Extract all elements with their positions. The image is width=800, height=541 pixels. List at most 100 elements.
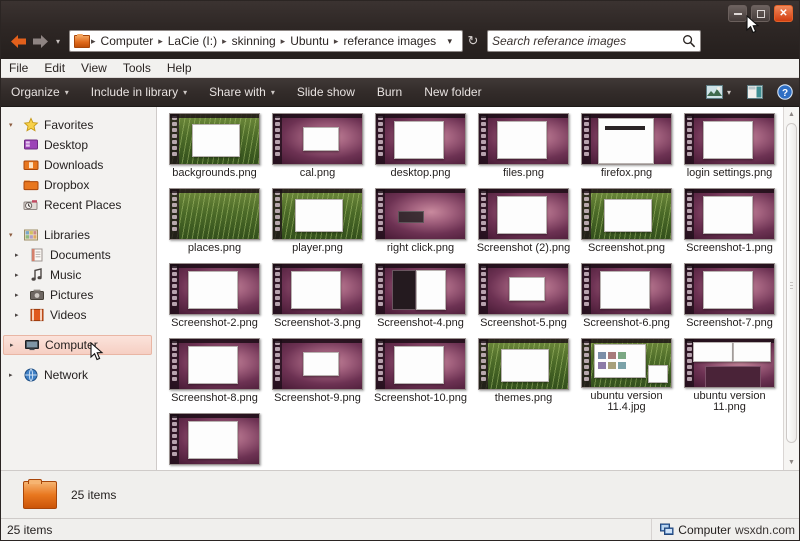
sidebar-item-videos[interactable]: ▸ Videos [1, 305, 156, 325]
burn-button[interactable]: Burn [377, 85, 402, 99]
history-dropdown-icon[interactable]: ▾ [51, 29, 65, 53]
search-icon[interactable] [682, 34, 696, 48]
file-tile[interactable]: player.png [266, 188, 369, 263]
computer-icon [660, 523, 674, 536]
file-tile[interactable]: places.png [163, 188, 266, 263]
file-thumbnail [684, 338, 775, 388]
file-tile[interactable]: themes.png [472, 338, 575, 413]
search-input[interactable] [492, 34, 682, 48]
file-tile[interactable]: ubuntu version 11.4.jpg [575, 338, 678, 413]
file-list-pane[interactable]: backgrounds.pngcal.pngdesktop.pngfiles.p… [157, 107, 799, 470]
back-arrow-icon[interactable] [7, 29, 29, 53]
organize-button[interactable]: Organize ▾ [11, 85, 69, 99]
file-tile[interactable]: Screenshot-4.png [369, 263, 472, 338]
file-tile[interactable]: Screenshot-8.png [163, 338, 266, 413]
file-tile[interactable]: Screenshot-1.png [678, 188, 781, 263]
new-folder-button[interactable]: New folder [424, 85, 481, 99]
breadcrumb-item-computer[interactable]: Computer [97, 34, 158, 48]
sidebar-item-music[interactable]: ▸ Music [1, 265, 156, 285]
file-tile[interactable]: Screenshot (2).png [472, 188, 575, 263]
file-tile[interactable]: files.png [472, 113, 575, 188]
menu-file[interactable]: File [9, 61, 28, 75]
vertical-scrollbar[interactable]: ▲ ▼ [783, 107, 799, 470]
file-tile[interactable]: Screenshot-7.png [678, 263, 781, 338]
scroll-up-button[interactable]: ▲ [784, 107, 799, 122]
file-name-label: Screenshot.png [576, 243, 677, 254]
twisty-icon[interactable]: ▸ [15, 291, 24, 299]
scroll-down-button[interactable]: ▼ [784, 455, 799, 470]
file-name-label: ubuntu version 11.png [679, 391, 780, 413]
file-tile[interactable]: ubuntu version 11.png [678, 338, 781, 413]
file-tile[interactable]: Screenshot-2.png [163, 263, 266, 338]
twisty-icon[interactable]: ▾ [9, 231, 18, 239]
file-thumbnail [478, 188, 569, 240]
svg-text:?: ? [782, 88, 788, 99]
breadcrumb-item-skinning[interactable]: skinning [228, 34, 280, 48]
file-name-label: Screenshot-4.png [370, 318, 471, 329]
scrollbar-thumb[interactable] [786, 123, 797, 443]
slide-show-button[interactable]: Slide show [297, 85, 355, 99]
sidebar-item-dropbox[interactable]: Dropbox [1, 175, 156, 195]
file-thumbnail [169, 413, 260, 465]
file-tile[interactable]: Screenshot-3.png [266, 263, 369, 338]
maximize-button[interactable] [751, 5, 770, 22]
file-tile[interactable]: Screenshot-5.png [472, 263, 575, 338]
address-bar[interactable]: ▸ Computer ▸ LaCie (I:) ▸ skinning ▸ Ubu… [69, 30, 463, 52]
sidebar-label-desktop: Desktop [44, 138, 88, 152]
twisty-icon[interactable]: ▸ [10, 341, 19, 349]
search-box[interactable] [487, 30, 701, 52]
menu-edit[interactable]: Edit [44, 61, 65, 75]
file-name-label: Screenshot-2.png [164, 318, 265, 329]
file-tile[interactable]: Screenshot.png [575, 188, 678, 263]
view-layout-icon[interactable] [706, 85, 723, 99]
file-name-label: backgrounds.png [164, 168, 265, 179]
view-dropdown-icon[interactable]: ▾ [727, 88, 731, 97]
file-tile[interactable]: cal.png [266, 113, 369, 188]
sidebar-item-network[interactable]: ▸ Network [1, 365, 156, 385]
file-name-label: Screenshot-3.png [267, 318, 368, 329]
twisty-icon[interactable]: ▸ [15, 271, 24, 279]
breadcrumb-item-ubuntu[interactable]: Ubuntu [286, 34, 333, 48]
file-name-label: places.png [164, 243, 265, 254]
forward-arrow-icon[interactable] [29, 29, 51, 53]
minimize-button[interactable] [728, 5, 747, 22]
twisty-icon[interactable]: ▸ [15, 311, 24, 319]
file-tile[interactable] [163, 413, 266, 470]
breadcrumb-item-lacie[interactable]: LaCie (I:) [164, 34, 221, 48]
twisty-icon[interactable]: ▸ [9, 371, 18, 379]
sidebar-label-network: Network [44, 368, 88, 382]
sidebar-label-pictures: Pictures [50, 288, 93, 302]
file-tile[interactable]: firefox.png [575, 113, 678, 188]
videos-icon [29, 307, 45, 323]
menu-tools[interactable]: Tools [123, 61, 151, 75]
twisty-icon[interactable]: ▾ [9, 121, 18, 129]
file-tile[interactable]: login settings.png [678, 113, 781, 188]
organize-label: Organize [11, 85, 60, 99]
file-tile[interactable]: Screenshot-9.png [266, 338, 369, 413]
breadcrumb-item-referance-images[interactable]: referance images [339, 34, 440, 48]
sidebar-item-desktop[interactable]: Desktop [1, 135, 156, 155]
share-with-button[interactable]: Share with ▾ [209, 85, 275, 99]
file-name-label: login settings.png [679, 168, 780, 179]
include-in-library-button[interactable]: Include in library ▾ [91, 85, 187, 99]
help-icon[interactable]: ? [777, 84, 793, 100]
file-tile[interactable]: right click.png [369, 188, 472, 263]
sidebar-item-computer[interactable]: ▸ Computer [3, 335, 152, 355]
file-tile[interactable]: backgrounds.png [163, 113, 266, 188]
address-dropdown-icon[interactable]: ▾ [445, 36, 458, 47]
preview-pane-icon[interactable] [747, 85, 763, 99]
file-tile[interactable]: desktop.png [369, 113, 472, 188]
file-tile[interactable]: Screenshot-10.png [369, 338, 472, 413]
sidebar-item-recent-places[interactable]: Recent Places [1, 195, 156, 215]
sidebar-group-libraries[interactable]: ▾ Libraries [1, 225, 156, 245]
sidebar-item-documents[interactable]: ▸ Documents [1, 245, 156, 265]
file-tile[interactable]: Screenshot-6.png [575, 263, 678, 338]
twisty-icon[interactable]: ▸ [15, 251, 24, 259]
sidebar-group-favorites[interactable]: ▾ Favorites [1, 115, 156, 135]
sidebar-item-downloads[interactable]: Downloads [1, 155, 156, 175]
sidebar-item-pictures[interactable]: ▸ Pictures [1, 285, 156, 305]
refresh-icon[interactable]: ↻ [463, 30, 483, 52]
menu-view[interactable]: View [81, 61, 107, 75]
close-button[interactable]: ✕ [774, 5, 793, 22]
menu-help[interactable]: Help [167, 61, 192, 75]
